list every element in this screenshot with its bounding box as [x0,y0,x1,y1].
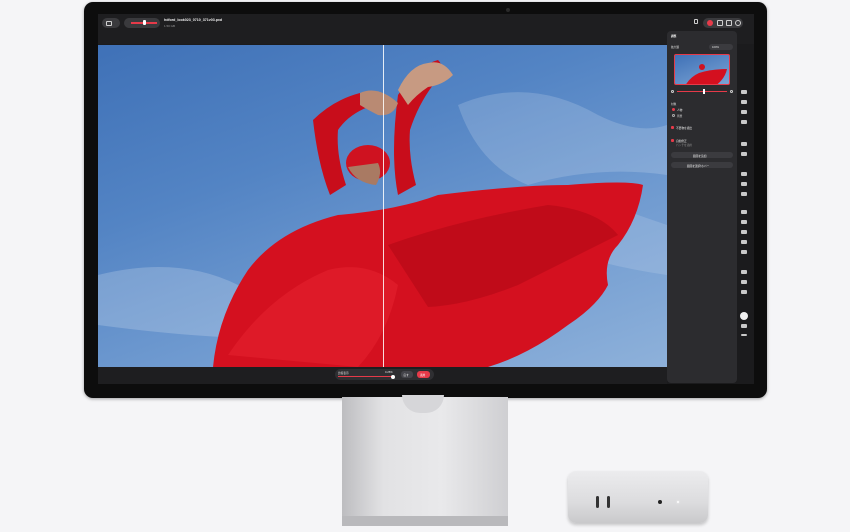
add-range-label: 範囲を追加 [693,154,707,158]
app-window: hdford_look023_0710_371v03.pxd 1.50 GB 比… [98,14,754,384]
compare-value: 0.25% [385,370,393,374]
option-1-radio[interactable] [672,108,675,111]
section-label: 対象 [671,103,677,106]
check-2-box[interactable] [671,139,674,142]
zoom-in-icon[interactable] [730,90,733,93]
window-icon[interactable] [717,20,723,26]
navigator-thumbnail[interactable] [674,54,730,85]
usb-c-port [596,496,599,508]
sidebar-toggle-button[interactable] [102,18,120,28]
apply-button-label: 適用 [420,373,426,377]
compare-pill: 比較表示 0.25% 戻す 適用 [335,369,434,380]
pen-icon[interactable] [741,210,747,214]
adjust-icon[interactable] [741,280,747,284]
heal-icon[interactable] [741,152,747,156]
filter-icon[interactable] [741,290,747,294]
check-1-label: 不要物を検出 [676,127,693,130]
stamp-icon[interactable] [741,142,747,146]
zoom-slider-knob[interactable] [143,20,146,25]
thumbnail-image [686,64,727,84]
option-2-radio[interactable] [672,114,675,117]
cursor-icon[interactable] [741,90,747,94]
lasso-icon[interactable] [741,120,747,124]
compare-slider-knob[interactable] [391,374,395,379]
compare-divider[interactable] [383,45,384,367]
crop-icon[interactable] [741,172,747,176]
panel-title: 調整 [671,35,677,38]
headphone-jack [658,500,662,504]
select-range-button[interactable]: 範囲を選択/ホバー [671,162,733,168]
compare-slider-track [338,376,393,377]
check-1-box[interactable] [671,126,674,129]
photo-canvas[interactable] [98,45,667,367]
adjust-panel: 調整 拡大鏡 100% 対象 人物 背景 不要物を検出 自動修正 パッチを適用 … [667,31,737,383]
display-camera [506,8,510,12]
eraser-icon[interactable] [741,110,747,114]
option-2-label: 背景 [677,115,683,118]
layers-icon-2[interactable] [741,240,747,244]
navigator-zoom-track [677,91,727,92]
active-tool-icon[interactable] [740,312,748,320]
share-icon [694,19,698,24]
usb-c-port [607,496,610,508]
display-stand [342,397,508,525]
zoom-out-icon[interactable] [671,90,674,93]
preset-select-value: 100% [712,45,719,49]
brush-icon[interactable] [741,100,747,104]
window-controls [703,18,743,28]
check-2-sublabel: パッチを適用 [676,144,693,147]
option-1-label: 人物 [677,109,683,112]
add-range-button[interactable]: 範囲を追加 [671,152,733,158]
magic-wand-icon[interactable] [741,270,747,274]
sidebar-toggle-icon [106,20,112,26]
select-range-label: 範囲を選択/ホバー [687,164,710,168]
eyedropper-icon[interactable] [741,220,747,224]
document-title: hdford_look023_0710_371v03.pxd [164,18,223,22]
record-icon[interactable] [707,20,713,26]
layers-icon[interactable] [741,230,747,234]
transform-icon[interactable] [741,324,747,328]
zoom-icon[interactable] [735,20,741,26]
top-toolbar: hdford_look023_0710_371v03.pxd 1.50 GB [98,14,754,44]
apply-button[interactable]: 適用 [417,371,430,378]
document-subtitle: 1.50 GB [164,24,176,28]
mac-mini [568,471,708,523]
more-icon[interactable] [741,334,747,336]
revert-button-label: 戻す [403,373,409,377]
share-button[interactable] [692,18,700,26]
compare-label: 比較表示 [338,371,349,375]
panel-icon[interactable] [726,20,732,26]
type-icon[interactable] [741,182,747,186]
stand-foot [342,516,508,526]
power-led [677,501,679,503]
navigator-zoom-knob[interactable] [703,89,705,94]
preset-select[interactable]: 100% [709,44,733,50]
tool-strip [739,86,751,344]
revert-button[interactable]: 戻す [401,371,413,378]
layers-icon-3[interactable] [741,250,747,254]
shape-icon[interactable] [741,192,747,196]
preset-label: 拡大鏡 [671,46,680,49]
